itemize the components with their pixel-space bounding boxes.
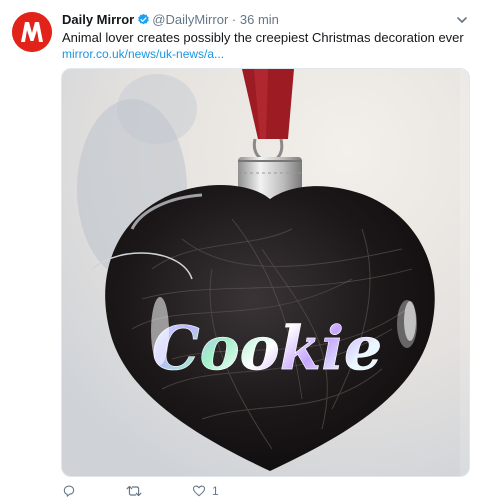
tweet-timestamp[interactable]: 36 min — [240, 12, 279, 27]
tweet-header: Daily Mirror @DailyMirror · 36 min — [62, 11, 450, 31]
tweet-link[interactable]: mirror.co.uk/news/uk-news/a... — [62, 46, 224, 62]
mirror-logo-icon — [12, 12, 52, 52]
ornament-text: Cookie — [152, 314, 382, 384]
tweet-text: Animal lover creates possibly the creepi… — [62, 30, 464, 45]
tweet-card[interactable]: Daily Mirror @DailyMirror · 36 min Animal… — [0, 0, 480, 498]
account-handle[interactable]: @DailyMirror — [152, 12, 228, 27]
meta-separator: · — [231, 12, 237, 27]
tweet-photo[interactable]: Cookie — [61, 68, 470, 477]
ornament-photo: Cookie — [62, 69, 469, 476]
avatar[interactable] — [12, 12, 52, 52]
account-name[interactable]: Daily Mirror — [62, 12, 134, 27]
